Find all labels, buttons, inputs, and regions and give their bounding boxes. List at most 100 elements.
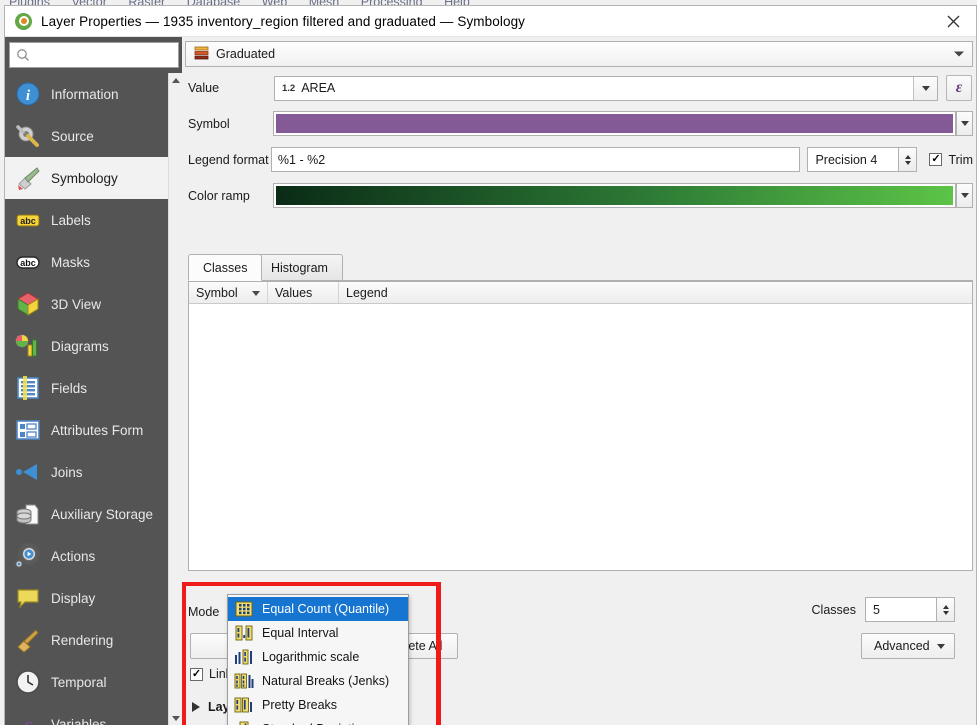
sidebar-item-temporal[interactable]: Temporal: [5, 661, 168, 703]
search-icon: [16, 48, 30, 62]
link-check-glyph: ✓: [190, 667, 203, 681]
sidebar-item-display[interactable]: Display: [5, 577, 168, 619]
sidebar-item-label: Rendering: [51, 632, 114, 648]
column-label: Legend: [346, 285, 388, 300]
bottom-controls: Mode Classify Delete All ✓ Link class bo…: [182, 573, 976, 725]
sidebar-item-masks[interactable]: abc Masks: [5, 241, 168, 283]
symbol-preview-button[interactable]: [273, 111, 957, 136]
tab-classes[interactable]: Classes: [188, 254, 263, 281]
menu-item-natural-breaks-jenks[interactable]: Natural Breaks (Jenks): [228, 669, 408, 693]
sidebar-item-label: Temporal: [51, 674, 107, 690]
symbol-dropdown-button[interactable]: [956, 111, 973, 136]
menu-item-pretty-breaks[interactable]: Pretty Breaks: [228, 693, 408, 717]
sidebar-scrollbar[interactable]: [168, 73, 183, 725]
search-input[interactable]: [36, 47, 168, 63]
menu-item-equal-interval[interactable]: Equal Interval: [228, 621, 408, 645]
mode-dropdown-menu[interactable]: Equal Count (Quantile) Equal Interval Lo…: [227, 594, 409, 725]
advanced-button-label: Advanced: [874, 639, 930, 653]
classes-table-header: Symbol Values Legend: [189, 282, 972, 304]
diagram-icon: [13, 331, 43, 361]
epsilon-icon: ε: [13, 709, 43, 725]
close-icon[interactable]: [930, 6, 976, 37]
menu-item-label: Equal Interval: [262, 626, 339, 640]
scroll-down-icon[interactable]: [169, 711, 183, 725]
color-ramp-gradient: [276, 186, 954, 205]
menu-item-label: Equal Count (Quantile): [262, 602, 390, 616]
sidebar-item-label: Masks: [51, 254, 91, 270]
precision-field[interactable]: Precision 4: [807, 147, 900, 172]
sidebar-item-variables[interactable]: ε Variables: [5, 703, 168, 725]
column-header-legend[interactable]: Legend: [339, 282, 972, 303]
sidebar-search[interactable]: [9, 42, 179, 68]
column-header-symbol[interactable]: Symbol: [189, 282, 268, 303]
menu-item-label: Logarithmic scale: [262, 650, 360, 664]
precision-value: Precision 4: [815, 152, 878, 167]
cube-icon: [13, 289, 43, 319]
color-ramp-preview-button[interactable]: [273, 183, 957, 208]
database-icon: [13, 499, 43, 529]
sidebar-nav-list: i Information Source Symbology abc Label…: [5, 73, 168, 725]
classes-count-input[interactable]: 5: [865, 597, 937, 622]
trim-checkbox[interactable]: ✓ Trim: [929, 153, 973, 167]
dialog-titlebar: Layer Properties — 1935 inventory_region…: [5, 6, 976, 37]
gear-play-icon: [13, 541, 43, 571]
symbology-panel: Graduated Value 1.2 AREA ε Symbol Legend…: [182, 37, 976, 725]
sidebar-item-rendering[interactable]: Rendering: [5, 619, 168, 661]
value-row: Value 1.2 AREA ε: [188, 75, 973, 101]
menu-item-label: Pretty Breaks: [262, 698, 338, 712]
classes-stepper[interactable]: [937, 597, 955, 622]
advanced-button[interactable]: Advanced: [861, 633, 955, 659]
graduated-icon: [194, 46, 209, 63]
sidebar-item-auxiliary-storage[interactable]: Auxiliary Storage: [5, 493, 168, 535]
classes-table[interactable]: Symbol Values Legend: [188, 281, 973, 571]
sidebar-item-information[interactable]: i Information: [5, 73, 168, 115]
renderer-type-combo[interactable]: Graduated: [185, 41, 973, 67]
precision-stepper[interactable]: [899, 147, 918, 172]
speech-bubble-icon: [13, 583, 43, 613]
chevron-down-icon: [954, 51, 964, 57]
sidebar-item-attributes-form[interactable]: Attributes Form: [5, 409, 168, 451]
classes-count-label: Classes: [811, 602, 856, 617]
scroll-up-icon[interactable]: [169, 73, 183, 87]
scrollbar-track[interactable]: [169, 87, 183, 711]
sidebar-item-fields[interactable]: Fields: [5, 367, 168, 409]
screen-root: Plugins Vector Raster Database Web Mesh …: [0, 0, 977, 725]
menu-item-logarithmic-scale[interactable]: Logarithmic scale: [228, 645, 408, 669]
svg-text:abc: abc: [20, 258, 36, 268]
sidebar-item-3d-view[interactable]: 3D View: [5, 283, 168, 325]
renderer-type-label: Graduated: [216, 47, 276, 61]
column-label: Values: [275, 285, 313, 300]
sidebar-item-label: Display: [51, 590, 96, 606]
expression-button[interactable]: ε: [946, 75, 972, 101]
sidebar-item-label: Symbology: [51, 170, 118, 186]
sort-descending-icon: [252, 291, 260, 296]
symbology-tabs: Classes Histogram: [188, 254, 973, 281]
dialog-title: Layer Properties — 1935 inventory_region…: [41, 13, 526, 29]
value-field[interactable]: 1.2 AREA: [274, 75, 938, 101]
natural-breaks-icon: [233, 673, 255, 689]
column-header-values[interactable]: Values: [268, 282, 339, 303]
sidebar-item-actions[interactable]: Actions: [5, 535, 168, 577]
triangle-right-icon: [192, 702, 200, 712]
broom-icon: [13, 625, 43, 655]
value-dropdown-button[interactable]: [913, 76, 937, 100]
menu-item-standard-deviation[interactable]: Standard Deviation: [228, 717, 408, 725]
menu-item-equal-count-quantile[interactable]: Equal Count (Quantile): [228, 597, 408, 621]
precision-spinner[interactable]: Precision 4: [807, 147, 918, 172]
sidebar-item-label: Actions: [51, 548, 96, 564]
sidebar-item-joins[interactable]: Joins: [5, 451, 168, 493]
chevron-down-icon: [937, 643, 945, 649]
classes-spinner[interactable]: 5: [865, 597, 955, 622]
sidebar-item-label: Joins: [51, 464, 83, 480]
tab-histogram[interactable]: Histogram: [256, 254, 343, 281]
symbol-label: Symbol: [188, 116, 230, 131]
sidebar-item-labels[interactable]: abc Labels: [5, 199, 168, 241]
value-type-badge: 1.2: [282, 82, 296, 94]
chevron-down-icon: [904, 160, 911, 165]
sidebar-item-diagrams[interactable]: Diagrams: [5, 325, 168, 367]
sidebar-item-source[interactable]: Source: [5, 115, 168, 157]
attributes-form-icon: [13, 415, 43, 445]
color-ramp-dropdown-button[interactable]: [956, 183, 973, 208]
sidebar-item-symbology[interactable]: Symbology: [5, 157, 168, 199]
legend-format-input[interactable]: %1 - %2: [270, 147, 801, 172]
